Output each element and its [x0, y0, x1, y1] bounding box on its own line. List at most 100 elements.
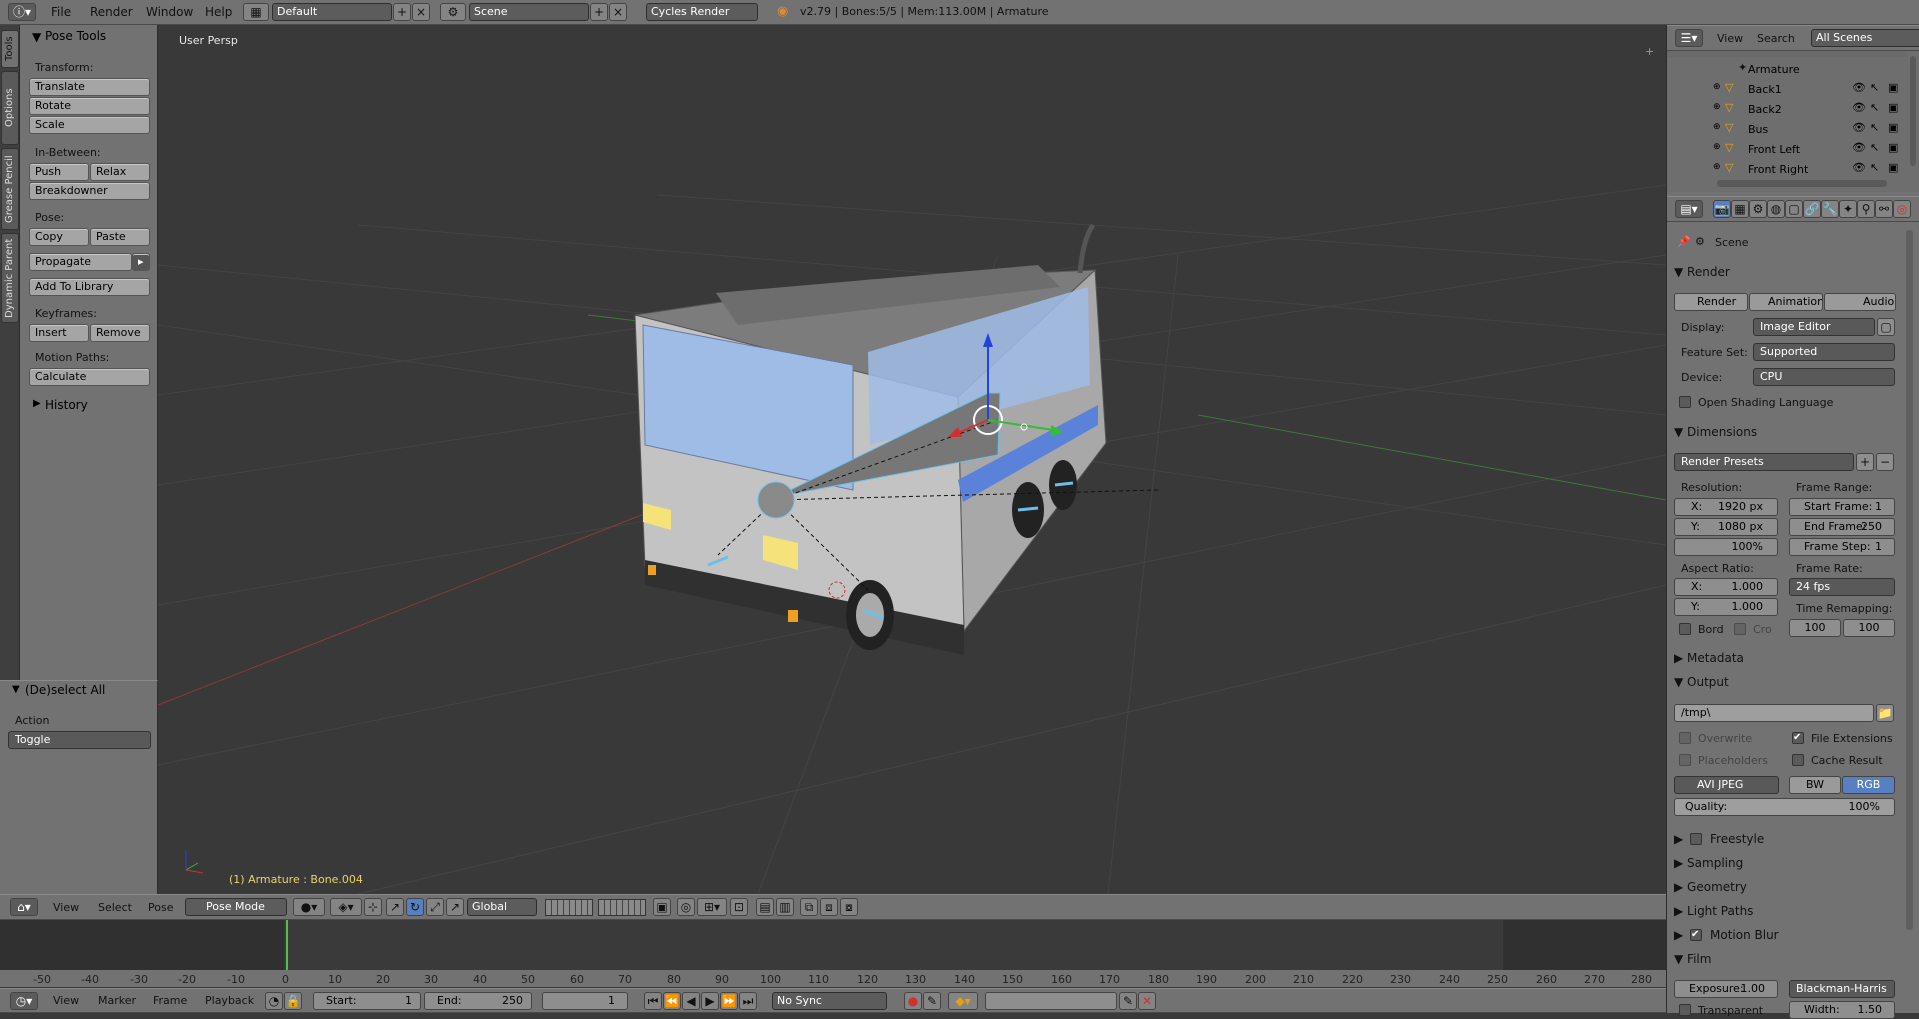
- select-cursor-icon[interactable]: ↖: [1870, 141, 1879, 154]
- physics-tab-icon[interactable]: ◎: [1893, 200, 1911, 218]
- relax-button[interactable]: Relax: [90, 163, 150, 181]
- jump-keyframe-back-icon[interactable]: ⏪: [663, 992, 681, 1010]
- outliner-h-scrollbar[interactable]: [1717, 180, 1887, 187]
- translate-button[interactable]: Translate: [29, 78, 150, 96]
- pivot-icon[interactable]: ◈▾: [330, 898, 362, 916]
- remove-preset-icon[interactable]: −: [1876, 453, 1894, 471]
- render-layers-tab-icon[interactable]: ▦: [1731, 200, 1749, 218]
- render-camera-icon[interactable]: ▣: [1888, 141, 1898, 154]
- outliner-row-back2[interactable]: ⊕ ▽ Back2 👁 ↖ ▣: [1667, 99, 1907, 119]
- timeline-editor-icon[interactable]: ◷▾: [10, 992, 38, 1010]
- transparent-checkbox[interactable]: [1679, 1004, 1691, 1016]
- calculate-button[interactable]: Calculate: [29, 368, 150, 386]
- paste-flipped-icon[interactable]: ⧇: [840, 898, 858, 916]
- add-to-library-button[interactable]: Add To Library: [29, 278, 150, 296]
- screen-layout-dropdown[interactable]: Default: [272, 3, 392, 21]
- motion-blur-checkbox[interactable]: ✔: [1690, 929, 1702, 941]
- viewport-menu-pose[interactable]: Pose: [148, 901, 173, 914]
- bw-button[interactable]: BW: [1789, 776, 1841, 794]
- scale-manip-icon[interactable]: ⤢: [426, 898, 444, 916]
- file-extensions-checkbox[interactable]: ✔: [1792, 732, 1804, 744]
- timeline-menu-frame[interactable]: Frame: [153, 994, 187, 1007]
- start-frame-field[interactable]: Start Frame: 1: [1789, 498, 1895, 516]
- data-tab-icon[interactable]: ✦: [1839, 200, 1857, 218]
- select-cursor-icon[interactable]: ↖: [1870, 81, 1879, 94]
- propagate-button[interactable]: Propagate: [29, 253, 132, 271]
- object-tab-icon[interactable]: ▢: [1785, 200, 1803, 218]
- outliner-row-armature[interactable]: ✦ Armature: [1667, 59, 1907, 79]
- dimensions-panel-header[interactable]: ▼ Dimensions: [1674, 425, 1757, 439]
- outliner-menu-view[interactable]: View: [1717, 32, 1743, 45]
- keying-set-icon[interactable]: ◆▾: [948, 992, 978, 1010]
- orientation-dropdown[interactable]: Global: [467, 898, 537, 916]
- snap-icon[interactable]: ⊞▾: [697, 898, 727, 916]
- screen-layout-icon[interactable]: ▦: [243, 3, 269, 21]
- resolution-x-field[interactable]: X: 1920 px: [1674, 498, 1778, 516]
- manipulator-icon[interactable]: ⊹: [364, 898, 382, 916]
- breakdowner-button[interactable]: Breakdowner: [29, 182, 150, 200]
- cache-result-checkbox[interactable]: [1792, 754, 1804, 766]
- outliner-row-front-left[interactable]: ⊕ ▽ Front Left 👁 ↖ ▣: [1667, 139, 1907, 159]
- sync-mode-dropdown[interactable]: No Sync: [772, 992, 887, 1010]
- end-frame-field[interactable]: End Frame: 250: [1789, 518, 1895, 536]
- end-frame-field[interactable]: End: 250: [424, 992, 532, 1010]
- render-icon[interactable]: ▤: [756, 898, 774, 916]
- menu-file[interactable]: File: [51, 5, 71, 19]
- metadata-panel-header[interactable]: ▶ Metadata: [1674, 651, 1744, 665]
- timeline-menu-marker[interactable]: Marker: [98, 994, 136, 1007]
- frame-step-field[interactable]: Frame Step: 1: [1789, 538, 1895, 556]
- exposure-field[interactable]: Exposure: 1.00: [1674, 980, 1778, 998]
- viewport-expand-icon[interactable]: +: [1645, 45, 1654, 58]
- expand-icon[interactable]: ⊕: [1713, 162, 1721, 172]
- timeline-menu-playback[interactable]: Playback: [205, 994, 254, 1007]
- frame-rate-dropdown[interactable]: 24 fps: [1789, 578, 1895, 596]
- feature-set-dropdown[interactable]: Supported: [1753, 343, 1895, 361]
- collapse-arrow-icon[interactable]: ▼: [32, 30, 41, 44]
- expand-icon[interactable]: ⊕: [1713, 102, 1721, 112]
- remap-new-field[interactable]: 100: [1843, 619, 1895, 637]
- tab-dynamic-parent[interactable]: Dynamic Parent: [1, 233, 19, 323]
- paste-pose-icon[interactable]: ⧈: [820, 898, 838, 916]
- outliner-row-back1[interactable]: ⊕ ▽ Back1 👁 ↖ ▣: [1667, 79, 1907, 99]
- expand-icon[interactable]: ⊕: [1713, 122, 1721, 132]
- keying-icon[interactable]: ✎: [923, 992, 941, 1010]
- select-cursor-icon[interactable]: ↖: [1870, 101, 1879, 114]
- render-button[interactable]: Render: [1674, 293, 1748, 311]
- pin-icon[interactable]: 📌: [1677, 235, 1691, 248]
- remove-keyframe-button[interactable]: Remove: [90, 324, 150, 342]
- placeholders-checkbox[interactable]: [1679, 754, 1691, 766]
- add-preset-icon[interactable]: +: [1856, 453, 1874, 471]
- 3d-viewport[interactable]: User Persp (1) Armature : Bone.004 +: [158, 25, 1666, 894]
- render-camera-icon[interactable]: ▣: [1888, 161, 1898, 174]
- tool-icon[interactable]: ↗: [446, 898, 464, 916]
- add-layout-icon[interactable]: +: [393, 3, 411, 21]
- push-button[interactable]: Push: [29, 163, 89, 181]
- select-cursor-icon[interactable]: ↖: [1870, 161, 1879, 174]
- action-dropdown[interactable]: Toggle: [8, 731, 151, 749]
- scene-icon[interactable]: ⚙: [440, 3, 466, 21]
- translate-manip-icon[interactable]: ↗: [386, 898, 404, 916]
- render-engine-dropdown[interactable]: Cycles Render: [646, 3, 758, 21]
- visibility-eye-icon[interactable]: 👁: [1852, 81, 1866, 94]
- freestyle-panel-header[interactable]: ▶: [1674, 832, 1683, 846]
- osl-checkbox[interactable]: [1679, 396, 1691, 408]
- rgb-button[interactable]: RGB: [1842, 776, 1895, 794]
- file-format-dropdown[interactable]: AVI JPEG: [1674, 776, 1779, 794]
- outliner-menu-search[interactable]: Search: [1757, 32, 1795, 45]
- copy-pose-button[interactable]: Copy: [29, 228, 89, 246]
- display-dropdown[interactable]: Image Editor: [1753, 318, 1875, 336]
- quality-slider[interactable]: Quality: 100%: [1674, 798, 1895, 816]
- output-panel-header[interactable]: ▼ Output: [1674, 675, 1729, 689]
- current-frame-field[interactable]: 1: [542, 992, 628, 1010]
- world-tab-icon[interactable]: ◍: [1767, 200, 1785, 218]
- bone-tab-icon[interactable]: ⚲: [1857, 200, 1875, 218]
- render-camera-icon[interactable]: ▣: [1888, 101, 1898, 114]
- keying-set-field[interactable]: [985, 992, 1117, 1010]
- crop-checkbox[interactable]: [1734, 623, 1746, 635]
- start-frame-field[interactable]: Start: 1: [313, 992, 421, 1010]
- overwrite-checkbox[interactable]: [1679, 732, 1691, 744]
- filter-width-field[interactable]: Width: 1.50: [1789, 1001, 1895, 1019]
- play-icon[interactable]: ▶: [701, 992, 719, 1010]
- jump-start-icon[interactable]: ⏮: [644, 992, 662, 1010]
- menu-help[interactable]: Help: [205, 5, 232, 19]
